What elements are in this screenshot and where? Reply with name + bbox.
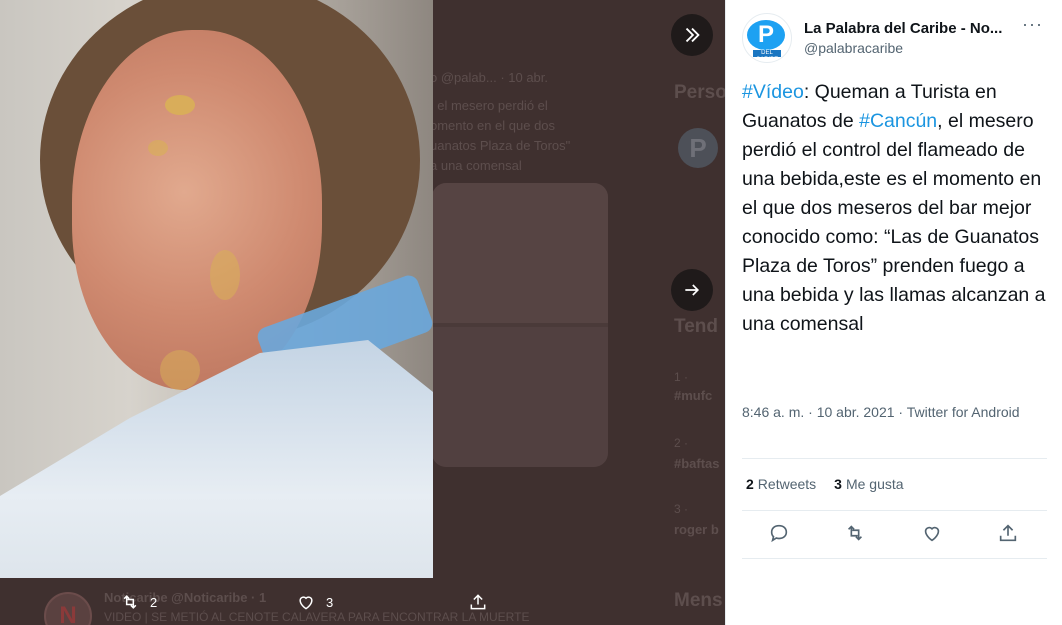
author-handle[interactable]: @palabracaribe: [804, 40, 1002, 56]
overlay-share-button[interactable]: [468, 592, 488, 612]
heart-icon: [924, 526, 939, 542]
bg-account-logo: P: [678, 128, 718, 168]
likes-stat[interactable]: 3 Me gusta: [834, 476, 903, 492]
divider: [742, 510, 1047, 511]
arrow-right-icon: [685, 284, 700, 296]
chevrons-right-icon: [685, 27, 700, 43]
share-button[interactable]: [997, 522, 1021, 546]
bg-tweet-header: o @palab... · 10 abr.: [430, 70, 549, 85]
author-avatar[interactable]: P DEL CARIBE: [742, 13, 792, 63]
share-icon: [470, 594, 486, 610]
reply-icon: [770, 524, 788, 543]
heart-icon: [299, 596, 313, 610]
bg-sidebar: Perso Tend 1 · #mufc 2 · #baftas 3 · rog…: [674, 82, 725, 611]
share-icon: [999, 524, 1017, 542]
tweet-author[interactable]: P DEL CARIBE La Palabra del Caribe - No.…: [742, 13, 1002, 63]
bg-tweet-text: , el mesero perdió el omento en el que d…: [430, 98, 571, 173]
retweet-icon: [848, 525, 863, 541]
overlay-like-count: 3: [326, 594, 334, 610]
overlay-like-button[interactable]: 3: [296, 592, 333, 612]
tweet-stats: 2 Retweets 3 Me gusta: [746, 476, 904, 492]
bg-media-card: [432, 183, 608, 467]
retweet-icon: [123, 595, 137, 609]
retweet-button[interactable]: [844, 522, 868, 546]
tweet-actions: [742, 522, 1047, 546]
bg-bottom-tweet-text: VIDEO | SE METIÓ AL CENOTE CALAVERA PARA…: [104, 610, 530, 624]
overlay-retweet-count: 2: [150, 594, 158, 610]
bg-noticaribe-avatar: N: [44, 592, 92, 625]
reply-button[interactable]: [768, 522, 792, 546]
hashtag-cancun[interactable]: #Cancún: [859, 110, 937, 132]
divider: [742, 558, 1047, 559]
overlay-retweet-button[interactable]: 2: [120, 592, 157, 612]
next-media-button[interactable]: [671, 269, 713, 311]
tweet-media-photo[interactable]: [0, 0, 433, 578]
more-options-button[interactable]: ···: [1022, 14, 1043, 35]
hashtag-video[interactable]: #Vídeo: [742, 81, 804, 103]
retweets-stat[interactable]: 2 Retweets: [746, 476, 816, 492]
divider: [742, 458, 1047, 459]
tweet-timestamp[interactable]: 8:46 a. m. · 10 abr. 2021 · Twitter for …: [742, 402, 1042, 423]
tweet-text: #Vídeo: Queman a Turista en Guanatos de …: [742, 81, 1046, 335]
collapse-panel-button[interactable]: [671, 14, 713, 56]
tweet-detail-panel: P DEL CARIBE La Palabra del Caribe - No.…: [725, 0, 1062, 625]
like-button[interactable]: [921, 522, 945, 546]
author-display-name[interactable]: La Palabra del Caribe - No...: [804, 20, 1002, 37]
